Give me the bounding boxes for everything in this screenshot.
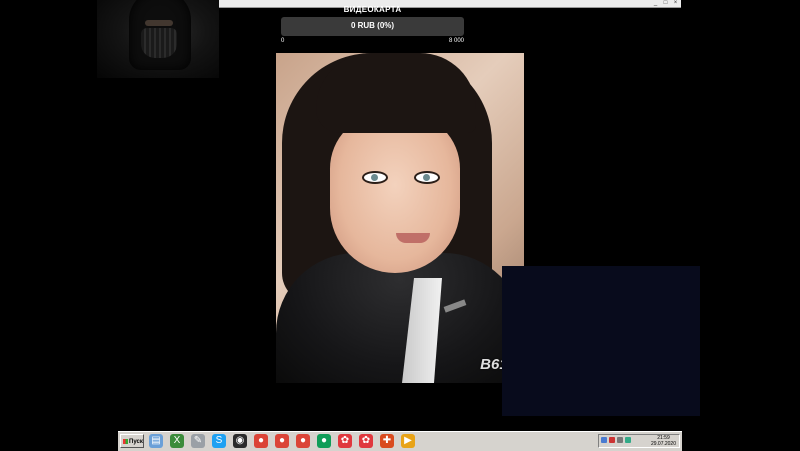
- start-button[interactable]: Пуск: [120, 434, 144, 448]
- folder-icon[interactable]: ▤: [149, 434, 163, 448]
- app-icon-5[interactable]: ✿: [338, 434, 352, 448]
- right-eye: [414, 171, 440, 184]
- tray-app-icon[interactable]: [625, 437, 631, 443]
- lips: [396, 233, 430, 243]
- start-label: Пуск: [129, 439, 143, 445]
- streamer-webcam: [97, 0, 219, 78]
- windows-flag-icon: [123, 438, 128, 444]
- maximize-icon[interactable]: □: [662, 0, 669, 6]
- excel-icon[interactable]: X: [170, 434, 184, 448]
- network-icon[interactable]: [601, 437, 607, 443]
- taskbar: Пуск ▤ X ✎ S ◉ ● ● ● ● ✿ ✿ ✚ ▶ 21:59 29.07.2020: [118, 431, 682, 451]
- obs-icon[interactable]: ◉: [233, 434, 247, 448]
- goal-progress-bar: 0 RUB (0%): [281, 17, 464, 36]
- face: [330, 113, 460, 273]
- app-icon-7[interactable]: ✚: [380, 434, 394, 448]
- chrome-icon[interactable]: ●: [254, 434, 268, 448]
- skype-icon[interactable]: S: [212, 434, 226, 448]
- goal-title: ВИДЕОКАРТА: [343, 5, 402, 14]
- app-icon-6[interactable]: ✿: [359, 434, 373, 448]
- goal-max-label: 8 000: [448, 38, 464, 44]
- minimize-icon[interactable]: _: [652, 0, 659, 6]
- window-controls: _ □ ×: [652, 0, 679, 6]
- donation-goal-widget: ВИДЕОКАРТА 0 RUB (0%) 0 8 000: [281, 0, 464, 46]
- media-icon[interactable]: ▶: [401, 434, 415, 448]
- volume-icon[interactable]: [617, 437, 623, 443]
- portrait-photo: B612: [276, 53, 524, 383]
- face-mask: [141, 28, 177, 58]
- close-icon[interactable]: ×: [672, 0, 679, 6]
- clock-date: 29.07.2020: [650, 441, 676, 447]
- tool-icon[interactable]: ✎: [191, 434, 205, 448]
- left-eye: [362, 171, 388, 184]
- quick-launch: ▤ X ✎ S ◉ ● ● ● ● ✿ ✿ ✚ ▶: [149, 434, 415, 448]
- overlay-panel: [502, 266, 700, 416]
- goal-amount: 0 RUB (0%): [350, 21, 395, 30]
- system-tray: 21:59 29.07.2020: [598, 434, 680, 448]
- clock[interactable]: 21:59 29.07.2020: [651, 435, 676, 447]
- chrome-icon-2[interactable]: ●: [275, 434, 289, 448]
- chrome-icon-3[interactable]: ●: [296, 434, 310, 448]
- chrome-icon-4[interactable]: ●: [317, 434, 331, 448]
- goal-min-label: 0: [281, 38, 285, 44]
- antivirus-icon[interactable]: [609, 437, 615, 443]
